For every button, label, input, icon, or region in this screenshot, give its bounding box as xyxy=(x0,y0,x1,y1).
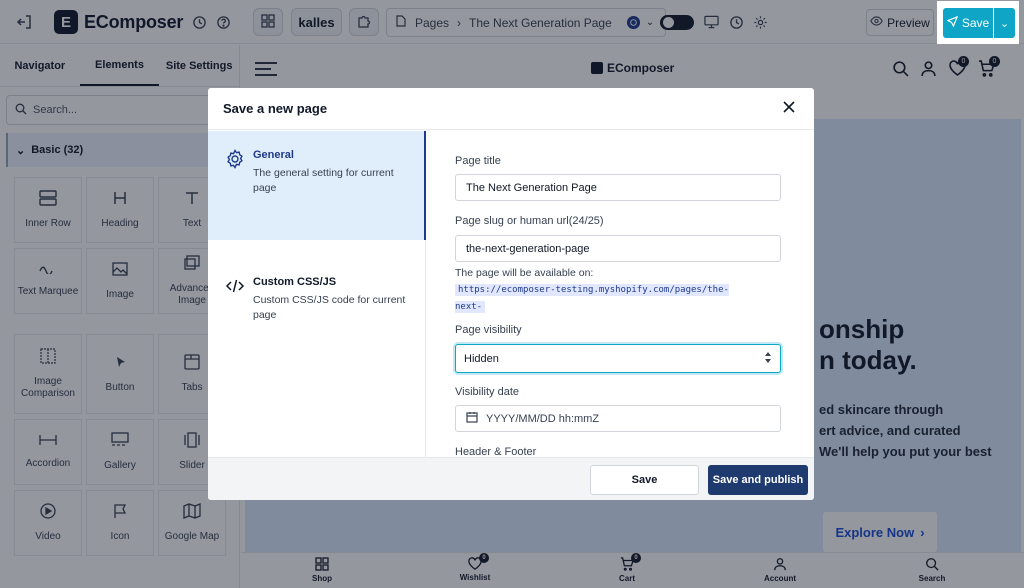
availability-note: The page will be available on: xyxy=(455,267,594,279)
save-button[interactable]: Save xyxy=(943,8,993,38)
page-slug-input[interactable]: the-next-generation-page xyxy=(455,235,781,262)
save-button-group: Save ⌄ xyxy=(940,4,1018,42)
save-page-dialog: Save a new page General The general sett… xyxy=(208,88,814,500)
visibility-date-placeholder: YYYY/MM/DD hh:mmZ xyxy=(486,412,600,425)
sidebar-general-desc: The general setting for current page xyxy=(253,167,394,194)
page-title-label: Page title xyxy=(455,155,501,167)
visibility-date-input[interactable]: YYYY/MM/DD hh:mmZ xyxy=(455,405,781,432)
dialog-sidebar: General The general setting for current … xyxy=(208,131,426,457)
page-title-input[interactable]: The Next Generation Page xyxy=(455,174,781,201)
save-label: Save xyxy=(961,16,990,30)
header-footer-label: Header & Footer xyxy=(455,446,537,457)
sidebar-item-general[interactable]: General The general setting for current … xyxy=(208,131,426,240)
dialog-title: Save a new page xyxy=(223,101,328,116)
calendar-icon xyxy=(466,411,478,426)
page-visibility-select[interactable]: Hidden xyxy=(455,344,781,373)
sidebar-item-custom-css-js[interactable]: Custom CSS/JS Custom CSS/JS code for cur… xyxy=(208,258,426,338)
sidebar-custom-desc: Custom CSS/JS code for current page xyxy=(253,294,406,321)
dialog-footer: Save Save and publish xyxy=(208,457,814,500)
dialog-save-button[interactable]: Save xyxy=(590,465,699,495)
close-icon[interactable] xyxy=(782,100,798,116)
page-url-line-1[interactable]: https://ecomposer-testing.myshopify.com/… xyxy=(455,284,729,313)
save-and-publish-button[interactable]: Save and publish xyxy=(708,465,808,495)
sidebar-general-title: General xyxy=(253,149,294,161)
gear-icon xyxy=(225,149,245,169)
code-icon xyxy=(225,276,245,296)
send-icon xyxy=(946,15,958,30)
dialog-body: Page title The Next Generation Page Page… xyxy=(427,131,814,457)
chevron-down-icon: ⌄ xyxy=(999,17,1010,30)
save-options-dropdown[interactable]: ⌄ xyxy=(994,8,1015,38)
page-slug-label: Page slug or human url(24/25) xyxy=(455,215,604,227)
dialog-header: Save a new page xyxy=(208,88,814,130)
select-arrows-icon xyxy=(764,351,772,366)
page-visibility-label: Page visibility xyxy=(455,324,522,336)
visibility-value: Hidden xyxy=(464,352,499,365)
visibility-date-label: Visibility date xyxy=(455,386,519,398)
sidebar-custom-title: Custom CSS/JS xyxy=(253,276,337,288)
